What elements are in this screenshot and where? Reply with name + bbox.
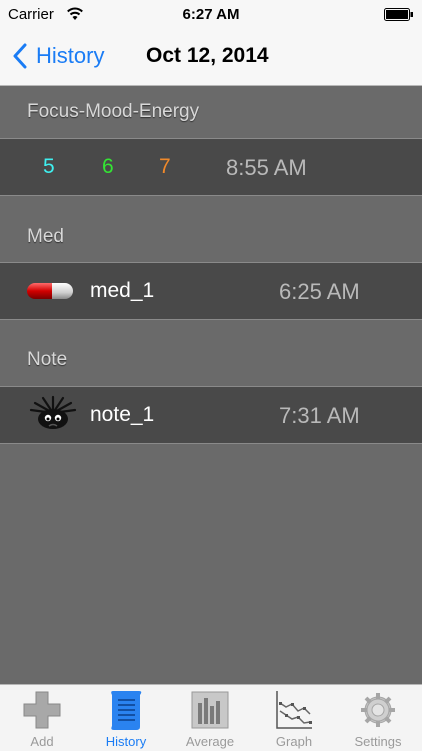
battery-icon (384, 8, 413, 21)
chevron-left-icon (13, 43, 27, 69)
med-entry-row[interactable]: med_1 6:25 AM (0, 262, 422, 320)
tab-add[interactable]: Add (0, 685, 84, 751)
tab-label: Graph (275, 734, 313, 749)
section-header-fme: Focus-Mood-Energy (0, 101, 422, 131)
note-entry-row[interactable]: note_1 7:31 AM (0, 386, 422, 444)
section-header-label: Focus-Mood-Energy (27, 101, 200, 122)
tab-label: Average (185, 734, 235, 749)
tab-label: Settings (354, 734, 402, 749)
entry-time: 7:31 AM (279, 403, 360, 428)
section-header-note: Note (0, 349, 422, 379)
page-title: Oct 12, 2014 (146, 44, 269, 67)
med-name: med_1 (90, 279, 155, 302)
tab-settings[interactable]: Settings (336, 685, 420, 751)
entry-time: 6:25 AM (279, 279, 360, 304)
entry-time: 8:55 AM (226, 155, 307, 180)
tab-graph[interactable]: Graph (252, 685, 336, 751)
navigation-bar: History Oct 12, 2014 (0, 30, 422, 86)
back-button[interactable]: History (12, 41, 104, 71)
section-header-med: Med (0, 226, 422, 256)
status-bar: Carrier 6:27 AM (0, 0, 422, 30)
section-header-label: Med (27, 226, 64, 247)
section-header-label: Note (27, 349, 68, 370)
tab-bar: Add History Average Graph Settings (0, 684, 422, 751)
pill-icon (27, 283, 73, 299)
plus-icon (23, 691, 61, 729)
energy-value: 7 (159, 155, 171, 178)
focus-value: 5 (43, 155, 55, 178)
note-face-icon (29, 395, 77, 429)
tab-label: Add (30, 734, 54, 749)
line-graph-icon (276, 691, 312, 729)
fme-entry-row[interactable]: 5 6 7 8:55 AM (0, 138, 422, 196)
gear-icon (361, 693, 395, 727)
bar-chart-icon (191, 691, 229, 729)
status-time: 6:27 AM (182, 6, 240, 23)
tab-history[interactable]: History (84, 685, 168, 751)
back-button-label: History (36, 43, 105, 68)
tab-average[interactable]: Average (168, 685, 252, 751)
mood-value: 6 (102, 155, 114, 178)
note-name: note_1 (90, 403, 155, 426)
tab-label: History (105, 734, 147, 749)
scroll-icon (111, 691, 142, 730)
